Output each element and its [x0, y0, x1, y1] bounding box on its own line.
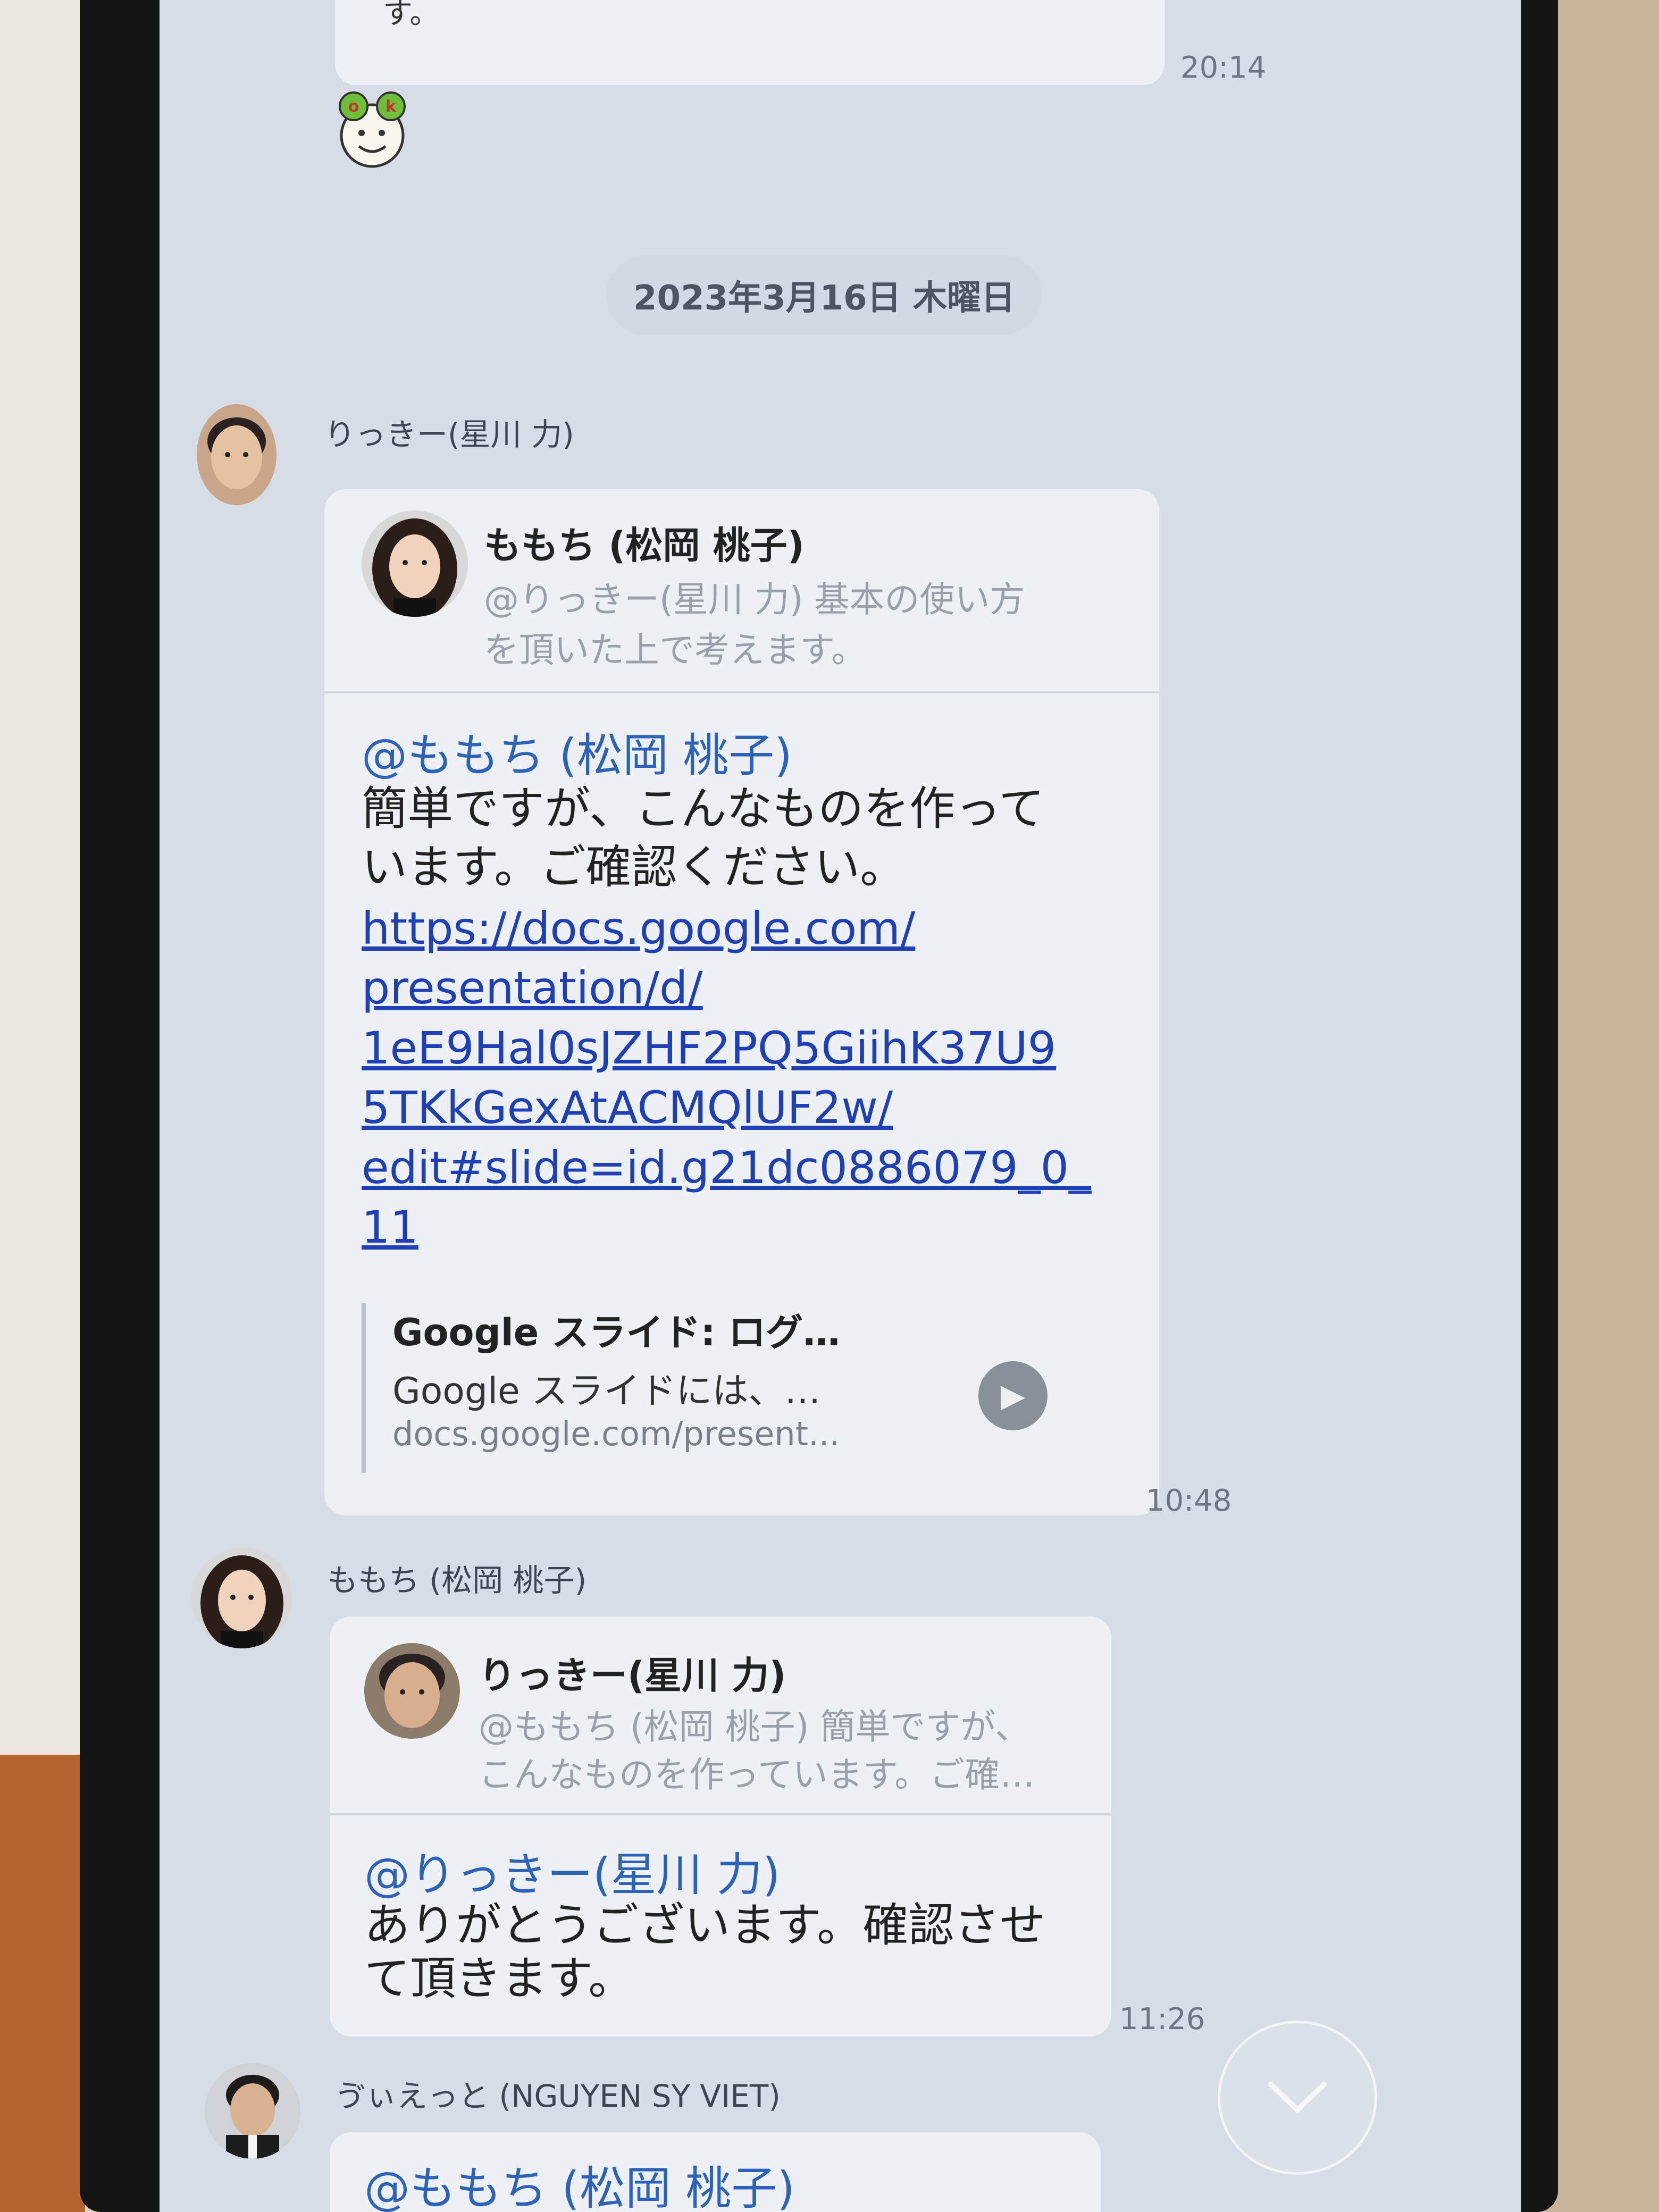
- previous-message-bubble[interactable]: す。: [335, 0, 1164, 85]
- sender-name: りっきー(星川 力): [324, 416, 574, 453]
- avatar[interactable]: [191, 1547, 292, 1648]
- url-link-line[interactable]: 11: [362, 1197, 418, 1257]
- url-link-line[interactable]: 5TKkGexAtACMQlUF2w/: [362, 1078, 893, 1137]
- chat-screen[interactable]: す。 20:14 o k 2023年3月16日 木曜日 りっきー(星川 力) も…: [160, 0, 1521, 2212]
- avatar: [364, 1643, 460, 1739]
- scroll-to-bottom-button[interactable]: [1218, 2021, 1377, 2175]
- quote-text-line: @ももち (松岡 桃子) 簡単ですが、: [479, 1706, 1030, 1747]
- message-bubble[interactable]: @ももち (松岡 桃子): [330, 2132, 1101, 2212]
- url-link-line[interactable]: presentation/d/: [362, 958, 703, 1018]
- ok-sticker[interactable]: o k: [330, 90, 415, 170]
- sender-name: ももち (松岡 桃子): [327, 1562, 587, 1598]
- reply-quote[interactable]: りっきー(星川 力) @ももち (松岡 桃子) 簡単ですが、 こんなものを作って…: [330, 1616, 1111, 1815]
- play-icon[interactable]: ▶: [978, 1361, 1048, 1430]
- quote-text-line: を頂いた上で考えます。: [484, 630, 867, 671]
- url-link-line[interactable]: https://docs.google.com/: [362, 899, 915, 958]
- link-preview-title: Google スライド: ログ…: [392, 1311, 840, 1354]
- mention-link[interactable]: @ももち (松岡 桃子): [362, 718, 792, 784]
- reply-quote[interactable]: ももち (松岡 桃子) @りっきー(星川 力) 基本の使い方 を頂いた上で考えま…: [324, 489, 1159, 693]
- message-text-line: います。ご確認ください。: [362, 841, 906, 894]
- message-time: 10:48: [1146, 1484, 1232, 1518]
- sender-name: ゔぃえっと (NGUYEN SY VIET): [335, 2078, 781, 2114]
- svg-text:k: k: [386, 97, 397, 116]
- message-bubble[interactable]: りっきー(星川 力) @ももち (松岡 桃子) 簡単ですが、 こんなものを作って…: [330, 1616, 1111, 2037]
- message-text-line: ありがとうございます。確認させ: [364, 1899, 1046, 1952]
- avatar[interactable]: [197, 404, 276, 505]
- previous-message-text: す。: [383, 0, 440, 31]
- url-link-line[interactable]: edit#slide=id.g21dc0886079_0_: [362, 1138, 1091, 1197]
- svg-text:o: o: [348, 97, 359, 116]
- message-bubble[interactable]: ももち (松岡 桃子) @りっきー(星川 力) 基本の使い方 を頂いた上で考えま…: [324, 489, 1159, 1515]
- url-link-line[interactable]: 1eE9Hal0sJZHF2PQ5GiihK37U9: [362, 1018, 1056, 1078]
- quote-text-line: @りっきー(星川 力) 基本の使い方: [484, 579, 1025, 620]
- link-preview-url: docs.google.com/present...: [392, 1414, 840, 1453]
- avatar[interactable]: [205, 2063, 300, 2159]
- quote-author: りっきー(星川 力): [479, 1654, 786, 1697]
- quote-author: ももち (松岡 桃子): [484, 524, 805, 567]
- message-text-line: て頂きます。: [364, 1952, 634, 2005]
- message-time: 11:26: [1119, 2002, 1205, 2037]
- background-wall-bottom-left: [0, 1755, 85, 2212]
- chevron-down-icon: [1268, 2082, 1327, 2113]
- mention-link[interactable]: @りっきー(星川 力): [364, 1837, 780, 1904]
- quote-text-line: こんなものを作っています。ご確…: [479, 1754, 1035, 1795]
- link-preview-description: Google スライドには、…: [392, 1370, 821, 1412]
- link-preview[interactable]: Google スライド: ログ… Google スライドには、… docs.go…: [362, 1303, 924, 1473]
- message-time: 20:14: [1180, 51, 1267, 85]
- avatar: [362, 510, 468, 617]
- message-text-line: 簡単ですが、こんなものを作って: [362, 782, 1044, 835]
- mention-link[interactable]: @ももち (松岡 桃子): [364, 2151, 795, 2212]
- date-separator: 2023年3月16日 木曜日: [606, 255, 1042, 335]
